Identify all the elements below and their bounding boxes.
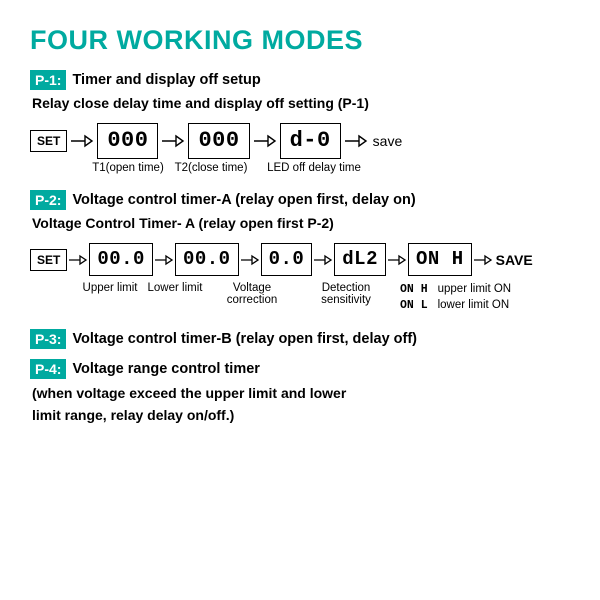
mode-p4-title: Voltage range control timer <box>72 361 259 377</box>
p2-legend: ON H upper limit ON ON L lower limit ON <box>400 282 511 313</box>
p1-display-t2: 000 <box>188 123 249 159</box>
p1-captions: T1(open time) T2(close time) LED off del… <box>30 162 570 174</box>
mode-p1-badge: P-1: <box>30 70 66 90</box>
arrow-right-icon <box>344 132 368 150</box>
p2-captions: Upper limit Lower limit Voltage correcti… <box>30 282 396 306</box>
p2-display-correction: 0.0 <box>261 243 313 276</box>
p2-legend-onh-text: upper limit ON <box>438 282 512 298</box>
arrow-right-icon <box>68 252 88 268</box>
p2-cap-sensitivity: Detection sensitivity <box>296 282 396 306</box>
p2-display-upper: 00.0 <box>89 243 153 276</box>
arrow-right-icon <box>161 132 185 150</box>
mode-p3-title: Voltage control timer-B (relay open firs… <box>72 331 417 347</box>
arrow-right-icon <box>70 132 94 150</box>
p2-set-button: SET <box>30 249 67 271</box>
p2-legend-onl-code: ON L <box>400 298 428 314</box>
p2-save-label: SAVE <box>496 252 533 268</box>
mode-p1-header: P-1: Timer and display off setup <box>30 70 570 90</box>
p1-flow: SET 000 000 d-0 save <box>30 123 570 159</box>
p1-cap-led: LED off delay time <box>254 162 374 174</box>
arrow-right-icon <box>240 252 260 268</box>
mode-p4-desc-line2: limit range, relay delay on/off.) <box>32 407 570 423</box>
p2-cap-correction: Voltage correction <box>208 282 296 306</box>
mode-p4-desc-line1: (when voltage exceed the upper limit and… <box>32 385 570 401</box>
mode-p3-header: P-3: Voltage control timer-B (relay open… <box>30 329 570 349</box>
arrow-right-icon <box>313 252 333 268</box>
p2-flow: SET 00.0 00.0 0.0 dL2 ON H SAVE <box>30 243 570 276</box>
p1-cap-t2: T2(close time) <box>168 162 254 174</box>
mode-p1-subtitle: Relay close delay time and display off s… <box>32 95 570 111</box>
p1-save-label: save <box>373 133 403 149</box>
mode-p2-subtitle: Voltage Control Timer- A (relay open fir… <box>32 215 570 231</box>
page-title: FOUR WORKING MODES <box>30 25 570 56</box>
arrow-right-icon <box>473 252 493 268</box>
mode-p3-badge: P-3: <box>30 329 66 349</box>
p1-display-t1: 000 <box>97 123 158 159</box>
arrow-right-icon <box>154 252 174 268</box>
p2-legend-onl-text: lower limit ON <box>438 298 510 314</box>
mode-p1-title: Timer and display off setup <box>72 72 260 88</box>
arrow-right-icon <box>387 252 407 268</box>
arrow-right-icon <box>253 132 277 150</box>
mode-p4-badge: P-4: <box>30 359 66 379</box>
p2-cap-lower: Lower limit <box>142 282 208 306</box>
p2-display-sensitivity: dL2 <box>334 243 386 276</box>
mode-p2-title: Voltage control timer-A (relay open firs… <box>72 192 415 208</box>
p2-display-onh: ON H <box>408 243 472 276</box>
mode-p2-header: P-2: Voltage control timer-A (relay open… <box>30 190 570 210</box>
mode-p2-badge: P-2: <box>30 190 66 210</box>
p1-cap-t1: T1(open time) <box>88 162 168 174</box>
mode-p4-header: P-4: Voltage range control timer <box>30 359 570 379</box>
p1-set-button: SET <box>30 130 67 152</box>
p2-display-lower: 00.0 <box>175 243 239 276</box>
p2-cap-upper: Upper limit <box>78 282 142 306</box>
p2-legend-onh-code: ON H <box>400 282 428 298</box>
p1-display-led: d-0 <box>280 123 341 159</box>
